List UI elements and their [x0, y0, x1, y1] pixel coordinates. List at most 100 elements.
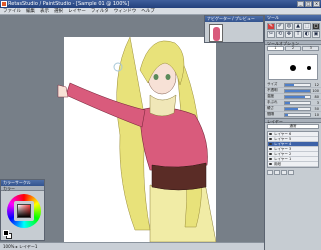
- new-layer-icon[interactable]: [267, 170, 273, 175]
- title-bar: RetasStudio / PaintStudio - [Sample 01 @…: [0, 0, 321, 8]
- property-slider-fill: [285, 107, 298, 110]
- status-bar: 100% ▸ レイヤー1: [0, 242, 264, 250]
- layer-name: レイヤー 2: [274, 152, 292, 156]
- window-title: RetasStudio / PaintStudio - [Sample 01 @…: [8, 1, 130, 7]
- menu-select[interactable]: 選択: [54, 8, 63, 14]
- eyedropper-tool-button[interactable]: ◐: [303, 31, 311, 38]
- property-slider[interactable]: [284, 82, 311, 87]
- text-tool-button[interactable]: T: [294, 31, 302, 38]
- property-label: サイズ: [267, 82, 278, 86]
- foreground-color-swatch[interactable]: [3, 230, 9, 236]
- layer-name: レイヤー 4: [274, 142, 292, 146]
- property-slider[interactable]: [284, 94, 311, 99]
- color-panel-subtitle: カラー: [1, 186, 44, 191]
- layer-toolbar: [265, 169, 321, 176]
- tool-grid: ✎ ✐ ◍ ▲ ⬚ ◻ ✂ ⟲ ✥ T ◐ ▣: [265, 21, 321, 40]
- property-slider-fill: [285, 89, 310, 92]
- duplicate-layer-icon[interactable]: [274, 170, 280, 175]
- property-value: 12: [314, 82, 319, 87]
- menu-edit[interactable]: 編集: [26, 8, 35, 14]
- fg-bg-swatches[interactable]: [3, 230, 12, 239]
- skirt: [149, 182, 217, 242]
- property-slider-fill: [285, 113, 288, 116]
- menu-help[interactable]: ヘルプ: [141, 8, 155, 14]
- rotate-tool-button[interactable]: ⟲: [276, 31, 284, 38]
- menu-file[interactable]: ファイル: [3, 8, 21, 14]
- property-value: 80: [314, 94, 319, 99]
- property-slider-fill: [285, 101, 290, 104]
- brush-preview-dot: [290, 65, 296, 71]
- property-slider[interactable]: [284, 106, 311, 111]
- color-panel: カラーサークル カラー: [0, 179, 45, 241]
- tab-3[interactable]: 3: [302, 46, 320, 51]
- corset: [151, 162, 207, 191]
- eye-icon[interactable]: [269, 133, 272, 135]
- blend-mode-select[interactable]: 通常: [267, 124, 319, 129]
- eye-right: [165, 74, 171, 80]
- layer-name: レイヤー 3: [274, 147, 292, 151]
- navigator-panel: ナビゲーター / プレビュー: [204, 15, 264, 43]
- collar: [149, 94, 177, 117]
- eye-left: [153, 74, 159, 80]
- layer-name: レイヤー 5: [274, 137, 292, 141]
- tool-properties: サイズ 12 不透明 100 濃度 80 手ぶれ 3 硬さ 50 間隔 10: [265, 82, 321, 118]
- fill-tool-button[interactable]: ▲: [294, 23, 302, 30]
- eye-icon[interactable]: [269, 153, 272, 155]
- right-panel: ツール ✎ ✐ ◍ ▲ ⬚ ◻ ✂ ⟲ ✥ T ◐ ▣ ツールオプション 1 2…: [264, 15, 321, 250]
- select-tool-button[interactable]: ⬚: [303, 23, 311, 30]
- delete-layer-icon[interactable]: [288, 170, 294, 175]
- property-value: 50: [314, 106, 319, 111]
- layer-list: レイヤー 6 レイヤー 5 レイヤー 4 レイヤー 3 レイヤー 2 レイヤー 1 用紙: [267, 131, 319, 168]
- property-slider[interactable]: [284, 112, 311, 117]
- menu-bar: ファイル 編集 表示 選択 レイヤー フィルタ ウィンドウ ヘルプ: [0, 8, 321, 15]
- property-label: 硬さ: [267, 106, 274, 110]
- tab-1[interactable]: 1: [267, 46, 284, 51]
- saturation-value-square[interactable]: [17, 204, 31, 218]
- minimize-button[interactable]: _: [297, 1, 304, 7]
- property-value: 10: [314, 112, 319, 117]
- navigator-thumbnail[interactable]: [209, 24, 223, 42]
- maximize-button[interactable]: □: [305, 1, 312, 7]
- pen-tool-button[interactable]: ✎: [267, 23, 275, 30]
- hand: [57, 84, 69, 98]
- eye-icon[interactable]: [269, 143, 272, 145]
- property-slider-fill: [285, 83, 294, 86]
- zoom-tool-button[interactable]: ▣: [312, 31, 320, 38]
- menu-view[interactable]: 表示: [40, 8, 49, 14]
- eye-icon[interactable]: [269, 158, 272, 160]
- property-label: 不透明: [267, 88, 278, 92]
- layer-row[interactable]: 用紙: [268, 162, 318, 167]
- pencil-tool-button[interactable]: ✐: [276, 23, 284, 30]
- move-tool-button[interactable]: ✥: [285, 31, 293, 38]
- property-slider-fill: [285, 95, 305, 98]
- property-value: 100: [312, 88, 319, 93]
- brush-tool-button[interactable]: ◍: [285, 23, 293, 30]
- blend-mode-row: 通常: [265, 123, 321, 130]
- property-label: 濃度: [267, 94, 274, 98]
- menu-filter[interactable]: フィルタ: [91, 8, 109, 14]
- layer-name: レイヤー 1: [274, 157, 292, 161]
- eye-icon[interactable]: [269, 138, 272, 140]
- property-label: 手ぶれ: [267, 100, 278, 104]
- property-label: 間隔: [267, 112, 274, 116]
- shape-tool-button[interactable]: ◻: [312, 23, 320, 30]
- brush-preview-dot-small: [307, 66, 311, 70]
- color-wheel[interactable]: [7, 194, 41, 228]
- tool-settings-tabs: 1 2 3: [265, 45, 321, 52]
- cut-tool-button[interactable]: ✂: [267, 31, 275, 38]
- menu-window[interactable]: ウィンドウ: [114, 8, 137, 14]
- app-icon: [1, 1, 7, 7]
- property-value: 3: [316, 100, 319, 105]
- brush-preview: [268, 54, 318, 80]
- layer-name: 用紙: [274, 162, 281, 166]
- tab-2[interactable]: 2: [284, 46, 302, 51]
- property-slider[interactable]: [284, 88, 311, 93]
- eye-icon[interactable]: [269, 163, 272, 165]
- navigator-title: ナビゲーター / プレビュー: [205, 16, 263, 22]
- layer-name: レイヤー 6: [274, 132, 292, 136]
- merge-layer-icon[interactable]: [281, 170, 287, 175]
- close-button[interactable]: ×: [313, 1, 320, 7]
- eye-icon[interactable]: [269, 148, 272, 150]
- property-slider[interactable]: [284, 100, 311, 105]
- menu-layer[interactable]: レイヤー: [68, 8, 86, 14]
